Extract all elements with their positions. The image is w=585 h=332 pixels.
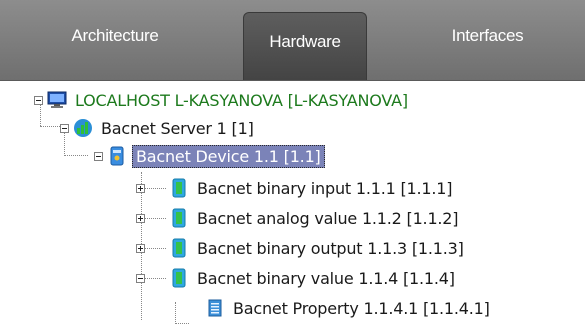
expand-toggle[interactable] <box>136 183 145 193</box>
tree-node-object[interactable]: Bacnet analog value 1.1.2 [1.1.2] <box>136 204 461 232</box>
tree-node-object[interactable]: Bacnet binary output 1.1.3 [1.1.3] <box>136 234 467 262</box>
collapse-toggle[interactable] <box>94 151 103 161</box>
tree-node-device[interactable]: Bacnet Device 1.1 [1.1] <box>94 142 325 170</box>
tree-node-label: Bacnet binary output 1.1.3 [1.1.3] <box>197 238 464 258</box>
bacnet-object-icon <box>172 178 186 198</box>
tree-node-label: Bacnet binary input 1.1.1 [1.1.1] <box>197 178 453 198</box>
tree-connector <box>40 126 60 127</box>
bacnet-server-icon <box>74 119 92 137</box>
tab-bar: Architecture Hardware Interfaces <box>0 0 585 81</box>
bacnet-object-icon <box>172 238 186 258</box>
computer-icon <box>47 91 67 108</box>
tab-architecture[interactable]: Architecture <box>10 14 220 58</box>
tree-node-object[interactable]: Bacnet binary input 1.1.1 [1.1.1] <box>136 174 455 202</box>
tree-node-label: Bacnet Property 1.1.4.1 [1.1.4.1] <box>233 298 490 318</box>
expand-toggle[interactable] <box>136 213 145 223</box>
bacnet-object-icon <box>172 268 186 288</box>
tree-node-label: Bacnet analog value 1.1.2 [1.1.2] <box>197 208 459 228</box>
hardware-tree: LOCALHOST L-KASYANOVA [L-KASYANOVA] Bacn… <box>0 80 585 332</box>
tree-connector <box>144 278 166 279</box>
tree-node-host[interactable]: LOCALHOST L-KASYANOVA [L-KASYANOVA] <box>34 86 411 114</box>
tree-node-property[interactable]: Bacnet Property 1.1.4.1 [1.1.4.1] <box>204 294 493 322</box>
tree-node-label: Bacnet Device 1.1 [1.1] <box>132 144 325 168</box>
collapse-toggle[interactable] <box>34 95 43 105</box>
bacnet-device-icon <box>110 146 124 166</box>
tab-interfaces[interactable]: Interfaces <box>390 14 585 58</box>
expand-toggle[interactable] <box>136 243 145 253</box>
tree-node-label: LOCALHOST L-KASYANOVA [L-KASYANOVA] <box>75 90 408 110</box>
collapse-toggle[interactable] <box>136 273 145 283</box>
bacnet-property-icon <box>208 299 222 317</box>
tree-node-label: Bacnet binary value 1.1.4 [1.1.4] <box>197 268 455 288</box>
tree-connector <box>175 323 189 324</box>
tree-connector <box>144 188 166 189</box>
tree-connector <box>175 302 176 324</box>
bacnet-object-icon <box>172 208 186 228</box>
tree-node-server[interactable]: Bacnet Server 1 [1] <box>60 114 257 142</box>
tree-node-label: Bacnet Server 1 [1] <box>101 118 254 138</box>
collapse-toggle[interactable] <box>60 123 69 133</box>
tree-connector <box>144 248 166 249</box>
tab-hardware[interactable]: Hardware <box>243 12 367 80</box>
tree-connector <box>64 155 88 156</box>
tree-node-object[interactable]: Bacnet binary value 1.1.4 [1.1.4] <box>136 264 458 292</box>
tree-connector <box>144 218 166 219</box>
